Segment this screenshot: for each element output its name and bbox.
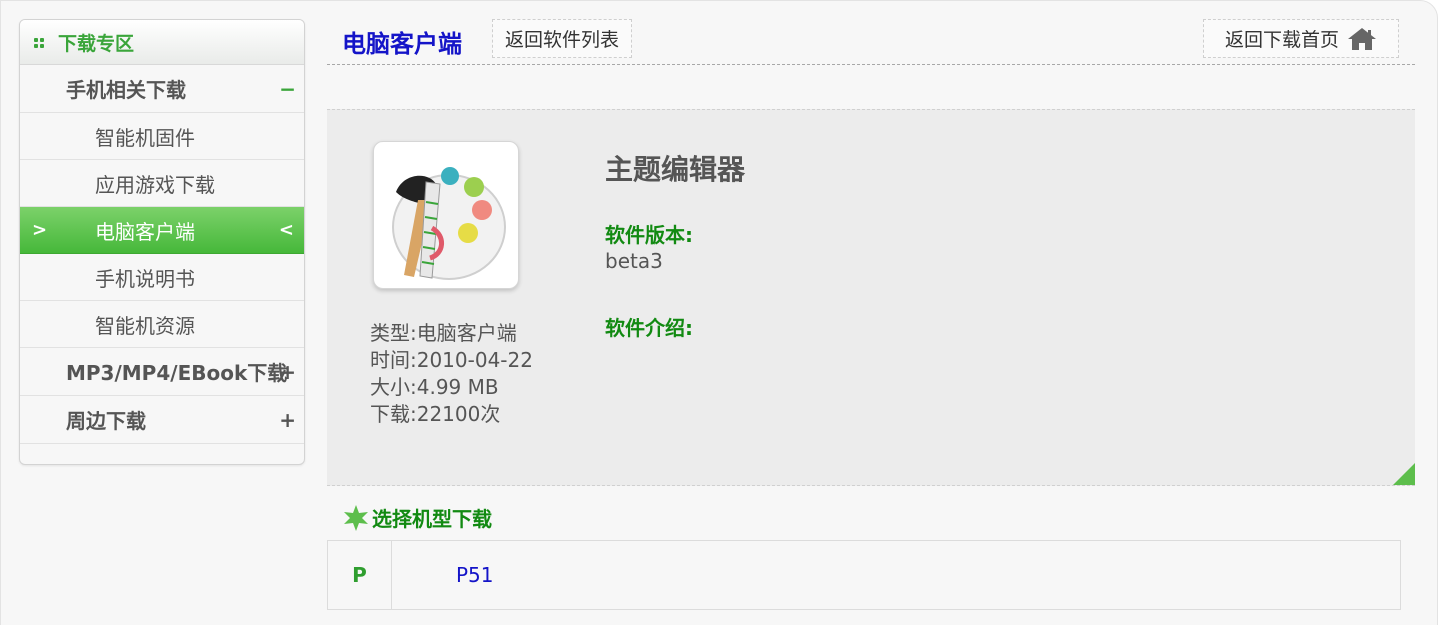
- version-value: beta3: [605, 249, 663, 273]
- sidebar-group-mp3[interactable]: MP3/MP4/EBook下载 +: [20, 348, 304, 396]
- select-model-heading: 选择机型下载: [342, 503, 492, 532]
- corner-triangle-icon: [1393, 463, 1415, 485]
- software-type: 类型:电脑客户端: [370, 321, 517, 345]
- sidebar-item-apps-games[interactable]: 应用游戏下载: [20, 160, 304, 207]
- sidebar-header-label: 下载专区: [58, 32, 135, 55]
- select-model-label: 选择机型下载: [372, 507, 492, 531]
- sidebar-group-label: 手机相关下载: [66, 78, 186, 102]
- page-title: 电脑客户端: [342, 30, 462, 58]
- sidebar-item-manual[interactable]: 手机说明书: [20, 254, 304, 301]
- version-label: 软件版本:: [605, 223, 693, 247]
- sidebar-group-label: MP3/MP4/EBook下载: [66, 361, 288, 385]
- home-icon: [1348, 27, 1376, 50]
- star-icon: [344, 504, 368, 531]
- model-link-p51[interactable]: P51: [392, 541, 494, 609]
- model-table-row: P P51: [327, 540, 1401, 610]
- sidebar-group-label: 周边下载: [66, 409, 146, 433]
- software-info-panel: 类型:电脑客户端 时间:2010-04-22 大小:4.99 MB 下载:221…: [327, 109, 1415, 486]
- sidebar-header: 下载专区: [20, 20, 304, 65]
- software-downloads: 下载:22100次: [370, 402, 501, 426]
- sidebar-item-label: 电脑客户端: [95, 219, 195, 244]
- sidebar: 下载专区 手机相关下载 − 智能机固件 应用游戏下载 > 电脑客户端 < 手机说…: [19, 19, 305, 465]
- sidebar-item-pc-client[interactable]: > 电脑客户端 <: [20, 207, 304, 254]
- palette-app-icon: [373, 141, 519, 289]
- header-divider: [327, 64, 1415, 65]
- back-to-home-button[interactable]: 返回下载首页: [1203, 19, 1399, 58]
- sidebar-item-label: 智能机固件: [95, 125, 195, 150]
- model-letter: P: [328, 541, 392, 609]
- back-to-home-label: 返回下载首页: [1224, 29, 1339, 51]
- expand-toggle[interactable]: +: [279, 408, 296, 432]
- back-to-list-button[interactable]: 返回软件列表: [492, 19, 632, 58]
- scrollbar-track: [1438, 0, 1449, 625]
- collapse-toggle[interactable]: −: [279, 77, 296, 101]
- sidebar-group-phone[interactable]: 手机相关下载 −: [20, 65, 304, 113]
- sidebar-item-resources[interactable]: 智能机资源: [20, 301, 304, 348]
- sidebar-item-label: 智能机资源: [95, 313, 195, 338]
- sidebar-group-peripheral[interactable]: 周边下载 +: [20, 396, 304, 444]
- software-date: 时间:2010-04-22: [370, 348, 533, 372]
- expand-toggle[interactable]: +: [279, 360, 296, 384]
- intro-label: 软件介绍:: [605, 316, 693, 340]
- chevron-right-icon: >: [32, 219, 48, 241]
- software-size: 大小:4.99 MB: [370, 375, 499, 399]
- software-name: 主题编辑器: [605, 153, 746, 186]
- software-meta: 类型:电脑客户端 时间:2010-04-22 大小:4.99 MB 下载:221…: [370, 320, 533, 428]
- chevron-left-icon: <: [278, 219, 294, 241]
- sidebar-item-label: 手机说明书: [95, 266, 195, 291]
- back-to-list-label: 返回软件列表: [504, 29, 619, 51]
- dots-icon: [34, 37, 44, 48]
- sidebar-item-label: 应用游戏下载: [95, 172, 215, 197]
- sidebar-item-firmware[interactable]: 智能机固件: [20, 113, 304, 160]
